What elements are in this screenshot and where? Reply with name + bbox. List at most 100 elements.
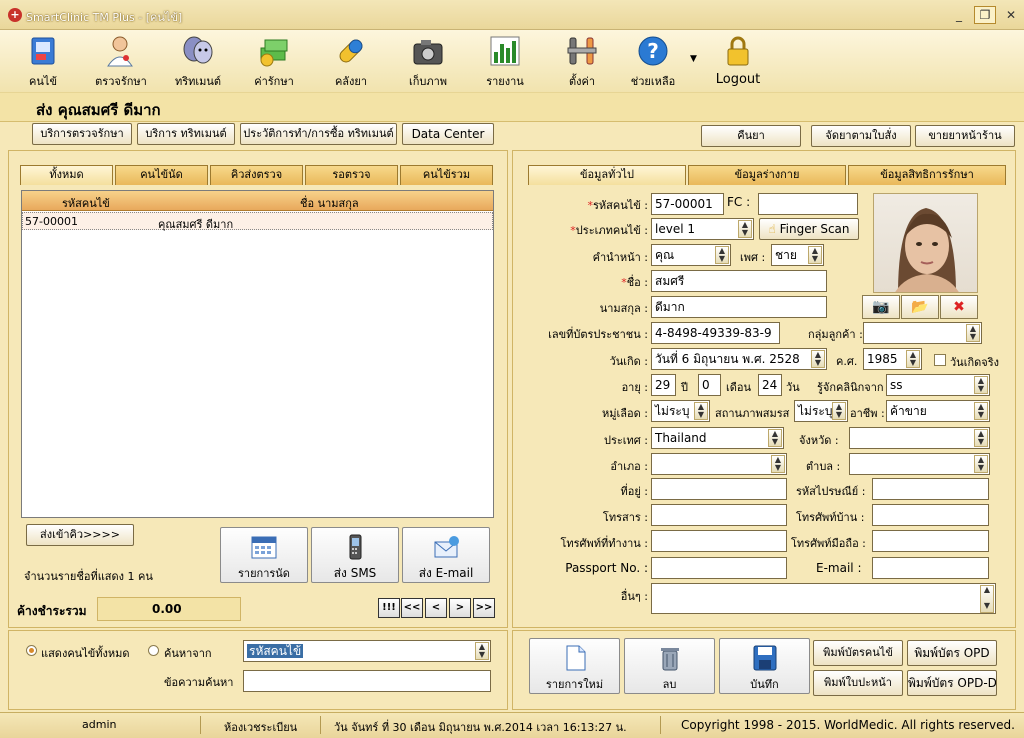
send-queue-button[interactable]: ส่งเข้าคิว>>>> — [26, 524, 134, 546]
delete-photo-button[interactable]: ✖ — [940, 295, 978, 319]
birth-date-picker[interactable]: วันที่ 6 มิถุนายน พ.ศ. 2528 ▲ ▼ — [651, 348, 827, 370]
citizen-id-field[interactable]: 4-8498-49339-83-9 — [651, 322, 780, 344]
toolbar-patient[interactable]: คนไข้ — [8, 32, 78, 90]
toolbar-treatment[interactable]: ทริทเมนต์ — [163, 32, 233, 90]
print-patient-card-button[interactable]: พิมพ์บัตรคนไข้ — [813, 640, 903, 666]
prescription-button[interactable]: จัดยาตามใบสั่ง — [811, 125, 911, 147]
retail-sale-button[interactable]: ขายยาหน้าร้าน — [915, 125, 1015, 147]
career-select[interactable]: ค้าขาย ▲ ▼ — [886, 400, 990, 422]
country-select[interactable]: Thailand ▲ ▼ — [651, 427, 784, 449]
nav-prev-button[interactable]: < — [425, 598, 447, 618]
other-textarea[interactable]: ▲ ▼ — [651, 583, 996, 614]
subdistrict-select[interactable]: ▲ ▼ — [849, 453, 990, 475]
tab-general-info[interactable]: ข้อมูลทั่วไป — [528, 165, 686, 185]
province-select[interactable]: ▲ ▼ — [849, 427, 990, 449]
nav-all-button[interactable]: !!! — [378, 598, 400, 618]
column-header-id[interactable]: รหัสคนไข้ — [62, 194, 110, 212]
email-field[interactable] — [872, 557, 989, 579]
fax-field[interactable] — [651, 504, 787, 526]
address-field[interactable] — [651, 478, 787, 500]
search-radio[interactable] — [148, 645, 159, 656]
save-button[interactable]: บันทึก — [719, 638, 810, 694]
toolbar-report[interactable]: รายงาน — [470, 32, 540, 90]
show-all-radio[interactable] — [26, 645, 37, 656]
send-email-button[interactable]: ส่ง E-mail — [402, 527, 490, 583]
capture-photo-button[interactable]: 📷 — [862, 295, 900, 319]
fc-field[interactable] — [758, 193, 858, 215]
calendar-icon — [250, 534, 278, 560]
chevron-down-icon: ▲ ▼ — [808, 246, 822, 264]
finger-icon: ☝ — [768, 222, 776, 236]
nav-first-button[interactable]: << — [401, 598, 423, 618]
prefix-select[interactable]: คุณ ▲ ▼ — [651, 244, 731, 266]
last-name-field[interactable]: ดีมาก — [651, 296, 827, 318]
toolbar-pharmacy[interactable]: คลังยา — [316, 32, 386, 90]
mobile-phone-icon — [341, 534, 369, 560]
data-center-button[interactable]: Data Center — [402, 123, 494, 145]
tab-exam-queue[interactable]: คิวส่งตรวจ — [210, 165, 303, 185]
sex-select[interactable]: ชาย ▲ ▼ — [771, 244, 824, 266]
passport-label: Passport No. : — [565, 561, 648, 575]
passport-field[interactable] — [651, 557, 787, 579]
print-opd-card-button[interactable]: พิมพ์บัตร OPD — [907, 640, 997, 666]
toolbar-photos[interactable]: เก็บภาพ — [393, 32, 463, 90]
restore-button[interactable]: ❐ — [974, 6, 996, 24]
return-drug-button[interactable]: คืนยา — [701, 125, 801, 147]
ad-year-label: ค.ศ. — [836, 355, 858, 368]
toolbar-help[interactable]: ? ช่วยเหลือ — [618, 32, 688, 90]
search-by-select[interactable]: รหัสคนไข้ ▲ ▼ — [243, 640, 491, 662]
first-name-field[interactable]: สมศรี — [651, 270, 827, 292]
tab-rights-info[interactable]: ข้อมูลสิทธิการรักษา — [848, 165, 1006, 185]
district-select[interactable]: ▲ ▼ — [651, 453, 787, 475]
toolbar-settings[interactable]: ตั้งค่า — [547, 32, 617, 90]
tab-waiting[interactable]: รอตรวจ — [305, 165, 398, 185]
table-row[interactable]: 57-00001 คุณสมศรี ดีมาก — [22, 212, 493, 231]
print-cover-sheet-button[interactable]: พิมพ์ใบปะหน้า — [813, 670, 903, 696]
patient-id-field[interactable]: 57-00001 — [651, 193, 724, 215]
delete-button[interactable]: ลบ — [624, 638, 715, 694]
nav-last-button[interactable]: >> — [473, 598, 495, 618]
toolbar-examine[interactable]: ตรวจรักษา — [86, 32, 156, 90]
age-months-field[interactable]: 0 — [698, 374, 721, 396]
tab-body-info[interactable]: ข้อมูลร่างกาย — [688, 165, 846, 185]
minimize-button[interactable]: _ — [948, 6, 970, 24]
ad-year-spinner[interactable]: 1985 ▲ ▼ — [863, 348, 922, 370]
examine-service-button[interactable]: บริการตรวจรักษา — [32, 123, 132, 145]
referral-select[interactable]: ss ▲ ▼ — [886, 374, 990, 396]
marital-select[interactable]: ไม่ระบุ ▲ ▼ — [794, 400, 848, 422]
print-opd-d-card-button[interactable]: พิมพ์บัตร OPD-D — [907, 670, 997, 696]
postcode-field[interactable] — [872, 478, 989, 500]
patient-type-select[interactable]: level 1 ▲ ▼ — [651, 218, 754, 240]
home-phone-field[interactable] — [872, 504, 989, 526]
tab-appointment[interactable]: คนไข้นัด — [115, 165, 208, 185]
tab-all[interactable]: ทั้งหมด — [20, 165, 113, 185]
age-days-field[interactable]: 24 — [758, 374, 782, 396]
send-sms-button[interactable]: ส่ง SMS — [311, 527, 399, 583]
nav-next-button[interactable]: > — [449, 598, 471, 618]
finger-scan-button[interactable]: ☝ Finger Scan — [759, 218, 859, 240]
open-photo-button[interactable]: 📂 — [901, 295, 939, 319]
age-years-field[interactable]: 29 — [651, 374, 676, 396]
blood-select[interactable]: ไม่ระบุ ▲ ▼ — [651, 400, 710, 422]
appointment-list-button[interactable]: รายการนัด — [220, 527, 308, 583]
settings-tools-icon — [565, 34, 599, 68]
new-record-button[interactable]: รายการใหม่ — [529, 638, 620, 694]
toolbar-fee[interactable]: ค่ารักษา — [239, 32, 309, 90]
search-radio-label: ค้นหาจาก — [164, 647, 212, 660]
treatment-history-button[interactable]: ประวัติการทำ/การซื้อ ทริทเมนต์ — [240, 123, 397, 145]
close-button[interactable]: ✕ — [1000, 6, 1022, 24]
customer-group-select[interactable]: ▲ ▼ — [863, 322, 982, 344]
work-phone-field[interactable] — [651, 530, 787, 552]
mobile-field[interactable] — [872, 530, 989, 552]
column-header-name[interactable]: ชื่อ นามสกุล — [300, 194, 359, 212]
email-label: E-mail : — [816, 561, 862, 575]
real-birth-checkbox[interactable] — [934, 354, 946, 366]
toolbar-logout[interactable]: Logout — [703, 32, 773, 90]
keyword-input[interactable] — [243, 670, 491, 692]
subdistrict-label: ตำบล : — [806, 460, 841, 473]
treatment-service-button[interactable]: บริการ ทริทเมนต์ — [137, 123, 235, 145]
home-phone-label: โทรศัพท์บ้าน : — [796, 511, 865, 524]
help-dropdown-arrow-icon[interactable]: ▼ — [690, 54, 697, 64]
scrollbar[interactable]: ▲ ▼ — [980, 585, 994, 613]
tab-all-patients[interactable]: คนไข้รวม — [400, 165, 493, 185]
